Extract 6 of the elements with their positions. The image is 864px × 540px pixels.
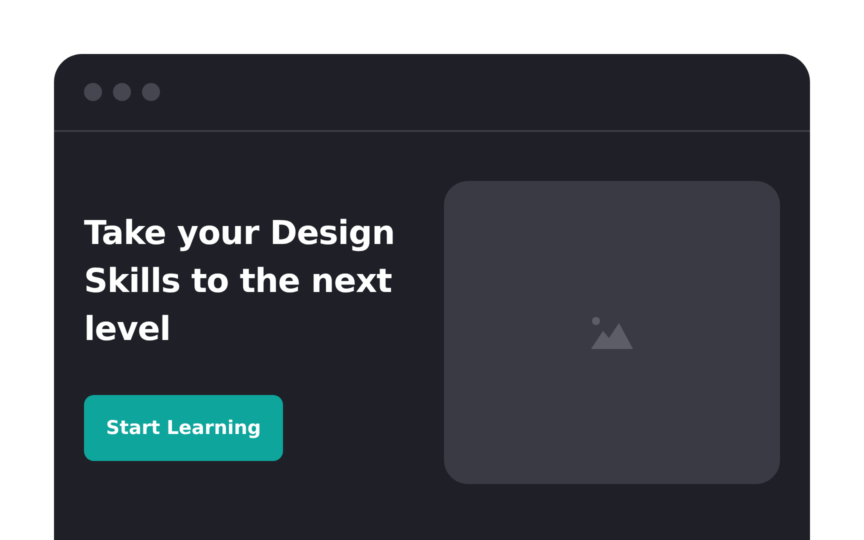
start-learning-button[interactable]: Start Learning bbox=[84, 395, 284, 461]
window-dot bbox=[113, 83, 131, 101]
window-dot bbox=[84, 83, 102, 101]
window-dot bbox=[142, 83, 160, 101]
hero-heading: Take your Design Skills to the next level bbox=[84, 212, 395, 350]
image-icon bbox=[591, 316, 633, 348]
